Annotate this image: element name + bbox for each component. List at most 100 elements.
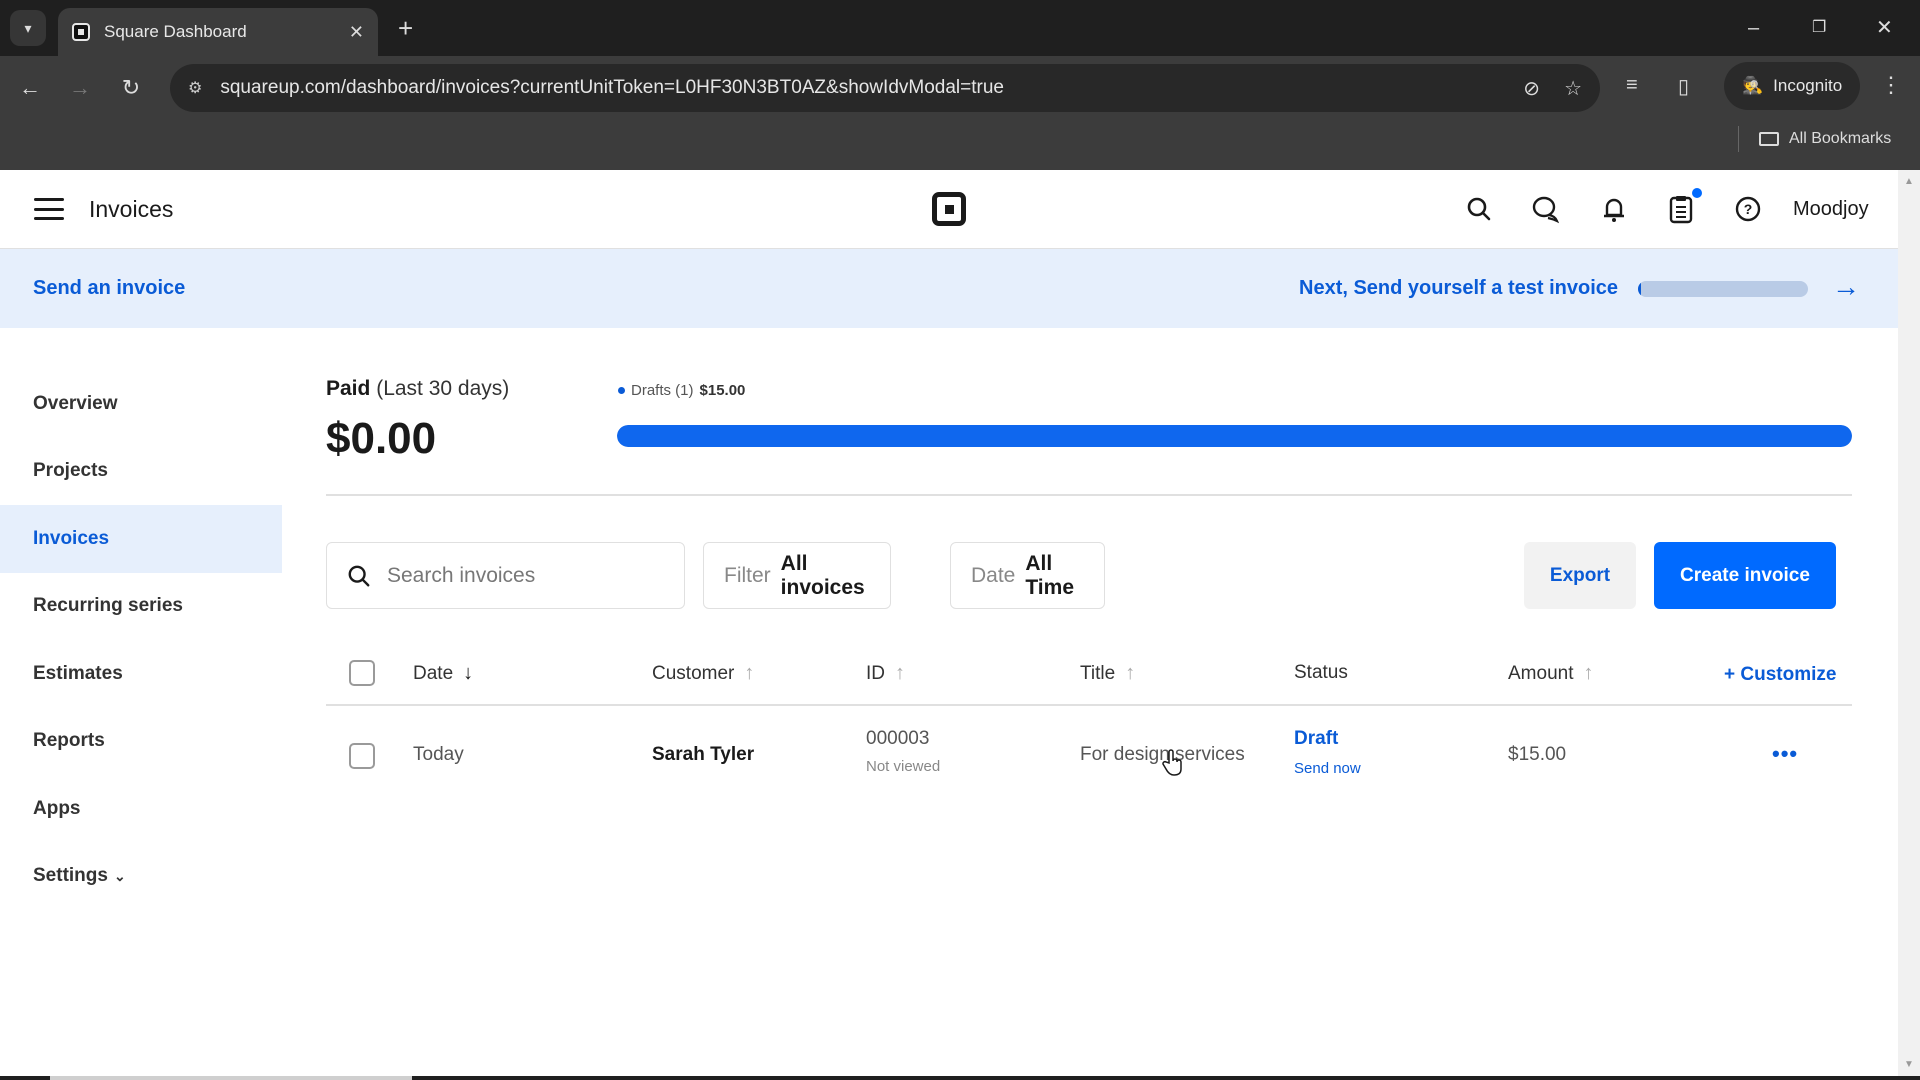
arrow-right-icon[interactable]: → xyxy=(1832,271,1860,303)
tab-title: Square Dashboard xyxy=(104,22,247,41)
sidebar-item-estimates[interactable]: Estimates xyxy=(0,640,282,708)
search-input[interactable] xyxy=(387,563,647,588)
table-header: Date ↓ Customer ↑ ID ↑ Title ↑ Status Amount… xyxy=(326,640,1852,706)
account-name[interactable]: Moodjoy xyxy=(1793,198,1869,221)
column-customer[interactable]: Customer ↑ xyxy=(652,662,754,685)
select-all-checkbox[interactable] xyxy=(349,660,375,686)
all-bookmarks-label: All Bookmarks xyxy=(1789,130,1892,147)
next-step-link[interactable]: Next, Send yourself a test invoice xyxy=(1299,277,1618,300)
legend-amount: $15.00 xyxy=(699,382,746,399)
sidebar-item-overview[interactable]: Overview xyxy=(0,370,282,438)
sidebar-item-label: Recurring series xyxy=(33,595,183,617)
minimize-button[interactable]: – xyxy=(1748,8,1759,48)
table-row[interactable]: Today Sarah Tyler 000003 Not viewed For … xyxy=(326,706,1852,806)
sidebar-item-label: Settings xyxy=(33,865,108,887)
hand-cursor-icon xyxy=(1162,749,1184,784)
column-label: Title xyxy=(1080,662,1116,684)
bottom-scroll-thumb[interactable] xyxy=(50,1076,412,1080)
menu-icon[interactable] xyxy=(34,198,64,220)
browser-tab[interactable]: Square Dashboard ✕ xyxy=(58,8,378,56)
arrow-up-icon: ↑ xyxy=(1125,662,1136,684)
incognito-badge[interactable]: 🕵 Incognito xyxy=(1724,62,1861,110)
square-logo-icon[interactable] xyxy=(932,192,966,226)
onboarding-progress-bar xyxy=(1638,281,1808,297)
column-label: ID xyxy=(866,662,885,684)
search-icon[interactable] xyxy=(1464,194,1494,224)
arrow-up-icon: ↑ xyxy=(895,662,905,684)
drafts-legend: Drafts (1) $15.00 xyxy=(618,382,745,399)
sidebar-item-label: Projects xyxy=(33,460,108,482)
customize-columns-link[interactable]: + Customize xyxy=(1724,664,1836,686)
square-dashboard-page: Invoices ? Moodjoy Send an invoice Next,… xyxy=(0,170,1898,1080)
drafts-progress-fill xyxy=(617,425,1852,447)
row-checkbox[interactable] xyxy=(349,743,375,769)
messages-icon[interactable] xyxy=(1531,194,1561,224)
sidebar-item-label: Estimates xyxy=(33,662,123,684)
column-label: Status xyxy=(1294,662,1348,683)
sidebar-item-settings[interactable]: Settings ⌄ xyxy=(0,843,282,911)
column-id[interactable]: ID ↑ xyxy=(866,662,905,685)
scroll-up-icon[interactable]: ▲ xyxy=(1904,176,1914,187)
notification-dot xyxy=(1692,188,1702,198)
all-bookmarks-button[interactable]: All Bookmarks xyxy=(1738,126,1891,152)
scroll-down-icon[interactable]: ▼ xyxy=(1904,1059,1914,1070)
tab-strip: ▾ Square Dashboard ✕ + – ❐ ✕ xyxy=(0,0,1920,56)
cell-customer: Sarah Tyler xyxy=(652,744,755,765)
more-actions-icon[interactable]: ••• xyxy=(1772,741,1798,767)
forward-button[interactable]: → xyxy=(62,70,98,106)
page-scrollbar[interactable]: ▲ ▼ xyxy=(1898,170,1920,1080)
sidebar-item-reports[interactable]: Reports xyxy=(0,708,282,776)
date-dropdown[interactable]: Date All Time xyxy=(950,542,1105,609)
create-invoice-button[interactable]: Create invoice xyxy=(1654,542,1836,609)
arrow-down-icon: ↓ xyxy=(463,662,474,684)
column-title[interactable]: Title ↑ xyxy=(1080,662,1135,685)
search-icon xyxy=(348,565,370,586)
filter-dropdown[interactable]: Filter All invoices xyxy=(703,542,891,609)
window-close-button[interactable]: ✕ xyxy=(1876,8,1893,48)
clipboard-icon[interactable] xyxy=(1666,188,1702,224)
sidebar-item-invoices[interactable]: Invoices xyxy=(0,505,282,573)
column-amount[interactable]: Amount ↑ xyxy=(1508,662,1593,685)
back-button[interactable]: ← xyxy=(12,70,48,106)
column-date[interactable]: Date ↓ xyxy=(413,662,473,685)
status-badge: Draft xyxy=(1294,728,1339,749)
sidebar-item-recurring-series[interactable]: Recurring series xyxy=(0,573,282,641)
restore-button[interactable]: ❐ xyxy=(1812,8,1826,48)
sidebar-item-projects[interactable]: Projects xyxy=(0,438,282,506)
tracking-protection-icon[interactable]: ⊘ xyxy=(1523,76,1540,101)
side-panel-icon[interactable]: ▯ xyxy=(1678,74,1689,99)
address-bar[interactable]: ⚙ squareup.com/dashboard/invoices?curren… xyxy=(170,64,1600,112)
arrow-up-icon: ↑ xyxy=(1583,662,1594,684)
bell-icon[interactable] xyxy=(1599,194,1629,224)
chevron-down-icon: ▾ xyxy=(24,19,32,36)
cell-status: Draft Send now xyxy=(1294,728,1361,777)
bookmark-star-icon[interactable]: ☆ xyxy=(1564,76,1582,101)
export-button[interactable]: Export xyxy=(1524,542,1636,609)
arrow-up-icon: ↑ xyxy=(744,662,755,684)
help-icon[interactable]: ? xyxy=(1733,194,1763,224)
send-an-invoice-link[interactable]: Send an invoice xyxy=(33,277,185,300)
column-label: Date xyxy=(413,662,454,684)
tab-list-button[interactable]: ▾ xyxy=(10,10,46,46)
bottom-scroll-track xyxy=(0,1076,1920,1080)
url-text[interactable]: squareup.com/dashboard/invoices?currentU… xyxy=(220,77,1499,99)
legend-dot-icon xyxy=(618,387,625,394)
incognito-label: Incognito xyxy=(1773,76,1843,95)
browser-toolbar: ← → ↻ ⚙ squareup.com/dashboard/invoices?… xyxy=(0,56,1920,120)
search-invoices-field[interactable] xyxy=(326,542,685,609)
view-status: Not viewed xyxy=(866,758,941,775)
paid-label-text: Paid xyxy=(326,377,371,400)
tab-close-icon[interactable]: ✕ xyxy=(349,22,364,43)
filter-key: Filter xyxy=(724,563,771,587)
reload-button[interactable]: ↻ xyxy=(113,70,149,106)
sidebar-item-label: Apps xyxy=(33,797,81,819)
new-tab-button[interactable]: + xyxy=(398,10,413,46)
media-controls-icon[interactable]: ≡ xyxy=(1626,74,1638,97)
site-settings-icon[interactable]: ⚙ xyxy=(188,78,202,98)
send-now-link[interactable]: Send now xyxy=(1294,760,1361,777)
folder-icon xyxy=(1759,132,1779,146)
column-label: Customer xyxy=(652,662,735,684)
browser-menu-icon[interactable]: ⋮ xyxy=(1880,72,1902,98)
column-status: Status xyxy=(1294,662,1348,684)
sidebar-item-apps[interactable]: Apps xyxy=(0,775,282,843)
